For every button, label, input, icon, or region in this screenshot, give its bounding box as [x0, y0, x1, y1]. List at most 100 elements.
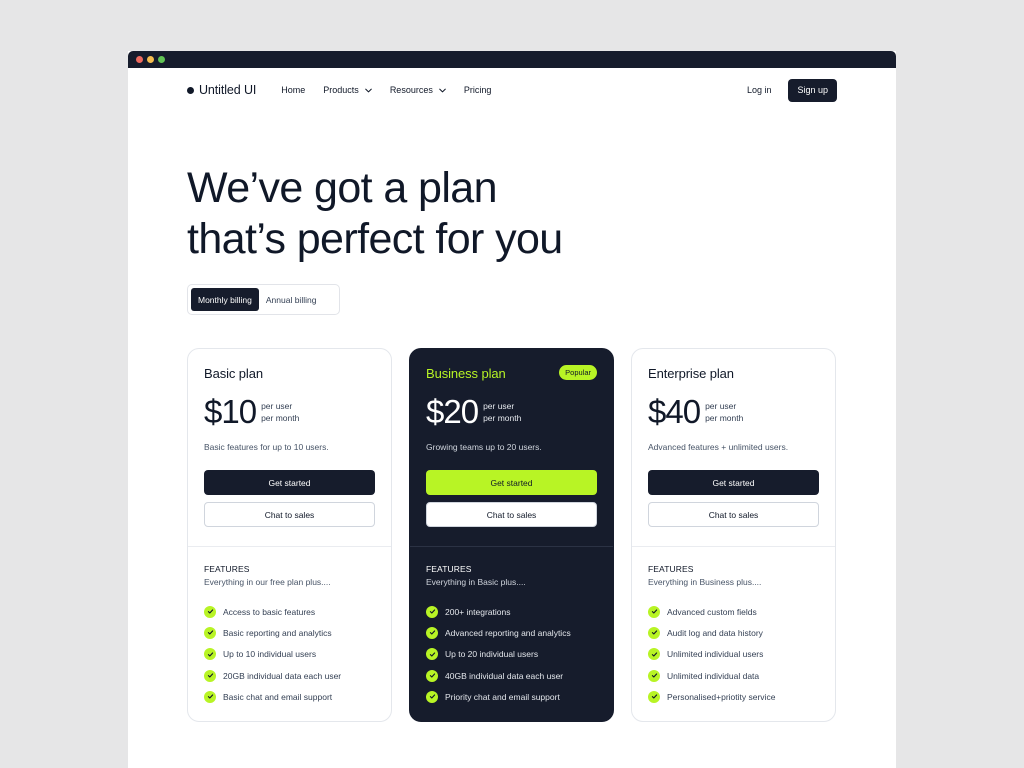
check-icon: [426, 669, 438, 682]
signup-button[interactable]: Sign up: [788, 78, 837, 102]
brand-logo[interactable]: Untitled UI: [187, 83, 256, 97]
price-row: $20 per user per month: [426, 395, 597, 429]
features-subtitle: Everything in our free plan plus....: [204, 577, 331, 587]
feature-label: Up to 20 individual users: [445, 649, 539, 660]
nav-link-label: Resources: [389, 85, 433, 95]
title-line-2: that’s perfect for you: [187, 215, 563, 263]
price-unit: per user per month: [261, 400, 299, 425]
price-unit-line: per month: [261, 413, 300, 423]
check-icon: [648, 626, 660, 639]
features-title: FEATURES: [426, 564, 472, 574]
plan-price: $10: [204, 393, 257, 430]
feature-item: Advanced custom fields: [648, 601, 819, 622]
feature-item: Priority chat and email support: [426, 686, 597, 707]
nav-link-label: Products: [323, 85, 359, 95]
price-unit: per user per month: [705, 400, 743, 425]
check-icon: [648, 690, 660, 703]
features-title: FEATURES: [204, 564, 250, 574]
check-icon: [204, 669, 216, 682]
plan-name: Basic plan: [204, 366, 263, 381]
nav-link-label: Pricing: [463, 85, 492, 95]
login-link[interactable]: Log in: [747, 85, 772, 95]
check-icon: [426, 605, 438, 618]
brand-name: Untitled UI: [199, 83, 257, 97]
chat-to-sales-button[interactable]: Chat to sales: [204, 502, 375, 527]
check-icon: [648, 669, 660, 682]
nav-link-pricing[interactable]: Pricing: [464, 85, 492, 95]
browser-window: Untitled UI Home Products Resources Pric…: [128, 51, 896, 768]
annual-billing-tab[interactable]: Annual billing: [259, 288, 324, 311]
logo-dot-icon: [187, 86, 194, 94]
price-row: $40 per user per month: [648, 395, 819, 429]
nav-actions: Log in Sign up: [747, 78, 837, 102]
price-unit-line: per month: [705, 413, 744, 423]
feature-label: Basic chat and email support: [223, 691, 333, 702]
price-unit-line: per month: [483, 413, 522, 423]
top-nav: Untitled UI Home Products Resources Pric…: [187, 78, 837, 102]
feature-label: Unlimited individual users: [667, 649, 764, 660]
feature-item: 200+ integrations: [426, 601, 597, 622]
plan-description: Growing teams up to 20 users.: [426, 442, 542, 452]
feature-label: 40GB individual data each user: [445, 670, 564, 681]
check-icon: [204, 690, 216, 703]
nav-link-home[interactable]: Home: [281, 85, 305, 95]
feature-item: Advanced reporting and analytics: [426, 622, 597, 643]
feature-item: Unlimited individual users: [648, 644, 819, 665]
chevron-down-icon: [439, 88, 446, 92]
price-unit-line: per user: [705, 400, 737, 411]
feature-label: Personalised+priotity service: [667, 691, 776, 702]
feature-label: Advanced custom fields: [667, 606, 757, 617]
feature-label: Advanced reporting and analytics: [445, 627, 571, 638]
check-icon: [204, 626, 216, 639]
billing-toggle: Monthly billing Annual billing: [187, 284, 340, 315]
check-icon: [648, 605, 660, 618]
feature-item: Basic reporting and analytics: [204, 622, 375, 643]
feature-label: Priority chat and email support: [445, 691, 560, 702]
features-title: FEATURES: [648, 564, 694, 574]
nav-link-products[interactable]: Products: [323, 85, 372, 95]
feature-label: Unlimited individual data: [667, 670, 760, 681]
maximize-window-icon[interactable]: [158, 56, 165, 63]
minimize-window-icon[interactable]: [147, 56, 154, 63]
chat-to-sales-button[interactable]: Chat to sales: [648, 502, 819, 527]
feature-list: Access to basic features Basic reporting…: [204, 601, 375, 707]
get-started-button[interactable]: Get started: [648, 470, 819, 495]
features-subtitle: Everything in Business plus....: [648, 577, 762, 587]
check-icon: [426, 626, 438, 639]
feature-label: 200+ integrations: [445, 606, 511, 617]
feature-item: Audit log and data history: [648, 622, 819, 643]
feature-label: Basic reporting and analytics: [223, 627, 332, 638]
pricing-card-basic: Basic plan $10 per user per month Basic …: [187, 348, 392, 722]
page-title: We’ve got a plan that’s perfect for you: [187, 163, 563, 265]
get-started-button[interactable]: Get started: [204, 470, 375, 495]
get-started-button[interactable]: Get started: [426, 470, 597, 495]
features-subtitle: Everything in Basic plus....: [426, 577, 526, 587]
price-row: $10 per user per month: [204, 395, 375, 429]
check-icon: [426, 648, 438, 661]
plan-price: $20: [426, 393, 479, 430]
feature-label: Access to basic features: [223, 606, 316, 617]
plan-description: Advanced features + unlimited users.: [648, 442, 789, 452]
popular-badge: Popular: [559, 365, 597, 380]
feature-list: Advanced custom fields Audit log and dat…: [648, 601, 819, 707]
feature-label: Audit log and data history: [667, 627, 763, 638]
pricing-card-enterprise: Enterprise plan $40 per user per month A…: [631, 348, 836, 722]
check-icon: [204, 648, 216, 661]
close-window-icon[interactable]: [136, 56, 143, 63]
monthly-billing-tab[interactable]: Monthly billing: [191, 288, 259, 311]
feature-item: Access to basic features: [204, 601, 375, 622]
plan-description: Basic features for up to 10 users.: [204, 442, 329, 452]
feature-list: 200+ integrations Advanced reporting and…: [426, 601, 597, 707]
feature-item: Unlimited individual data: [648, 665, 819, 686]
feature-item: Basic chat and email support: [204, 686, 375, 707]
feature-item: Up to 10 individual users: [204, 644, 375, 665]
check-icon: [648, 648, 660, 661]
feature-item: 40GB individual data each user: [426, 665, 597, 686]
chat-to-sales-button[interactable]: Chat to sales: [426, 502, 597, 527]
pricing-card-business: Business plan Popular $20 per user per m…: [409, 348, 614, 722]
plan-price: $40: [648, 393, 701, 430]
nav-link-resources[interactable]: Resources: [390, 85, 446, 95]
check-icon: [204, 605, 216, 618]
feature-item: 20GB individual data each user: [204, 665, 375, 686]
check-icon: [426, 690, 438, 703]
